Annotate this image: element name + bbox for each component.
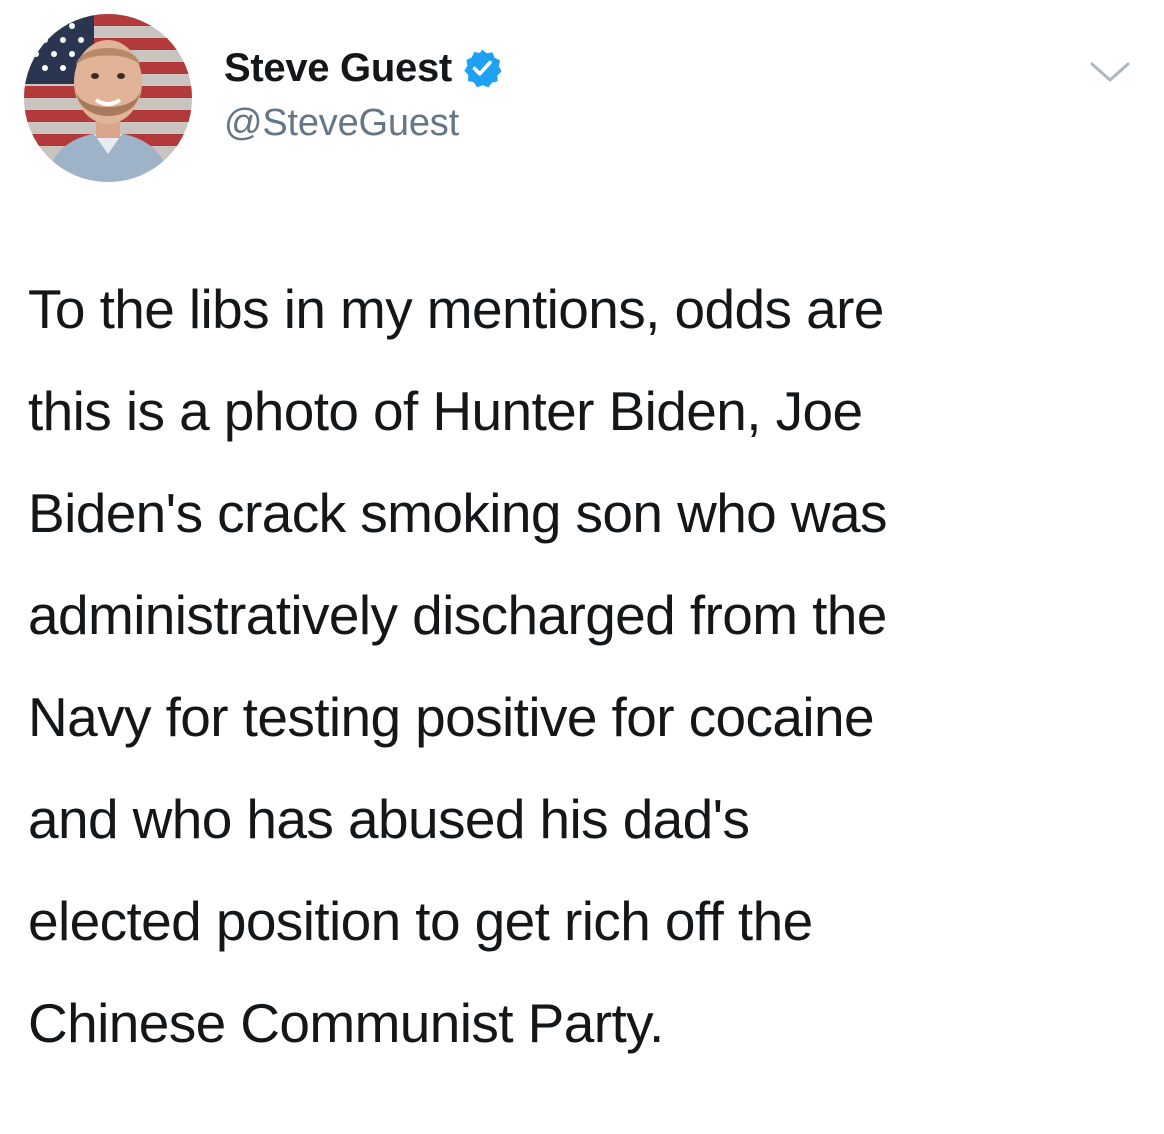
tweet-text-line: Chinese Communist Party. (28, 992, 664, 1054)
author-names: Steve Guest @SteveGuest (224, 42, 502, 145)
tweet-text: To the libs in my mentions, odds are thi… (28, 258, 1138, 1074)
tweet-text-line: this is a photo of Hunter Biden, Joe (28, 380, 863, 442)
tweet-card: Steve Guest @SteveGuest To the libs in m… (0, 0, 1164, 1134)
tweet-text-line: elected position to get rich off the (28, 890, 813, 952)
avatar[interactable] (24, 14, 192, 182)
tweet-text-line: and who has abused his dad's (28, 788, 750, 850)
tweet-text-line: To the libs in my mentions, odds are (28, 278, 884, 340)
chevron-down-icon[interactable] (1088, 58, 1132, 86)
tweet-text-line: administratively discharged from the (28, 584, 887, 646)
verified-badge-icon (462, 48, 502, 88)
avatar-image (24, 14, 192, 182)
tweet-header: Steve Guest @SteveGuest (24, 14, 1144, 184)
tweet-text-line: Navy for testing positive for cocaine (28, 686, 875, 748)
display-name[interactable]: Steve Guest (224, 46, 452, 91)
handle[interactable]: @SteveGuest (224, 102, 502, 145)
display-name-row: Steve Guest (224, 42, 502, 94)
tweet-text-line: Biden's crack smoking son who was (28, 482, 887, 544)
